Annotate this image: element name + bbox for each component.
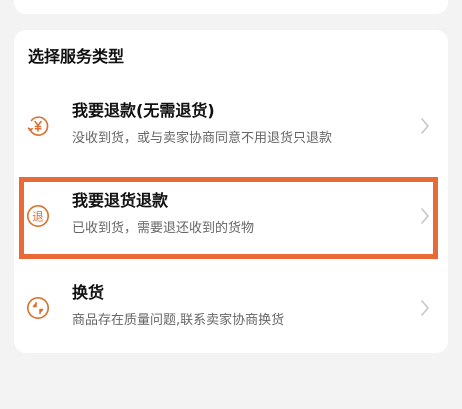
chevron-right-icon	[421, 208, 429, 224]
option-exchange[interactable]: 换货 商品存在质量问题,联系卖家协商换货	[14, 270, 448, 360]
yen-refund-icon	[27, 116, 49, 136]
option-title: 我要退货退款	[72, 191, 169, 210]
return-refund-icon: 退	[27, 205, 49, 227]
exchange-icon	[27, 297, 49, 319]
chevron-right-icon	[421, 118, 429, 134]
section-title: 选择服务类型	[28, 47, 125, 66]
option-description: 商品存在质量问题,联系卖家协商换货	[72, 313, 285, 328]
service-type-card: 选择服务类型 我要退款(无需退货) 没收到货，或与卖家协商同意不用退货只退款 退…	[14, 30, 448, 353]
return-icon-glyph: 退	[32, 209, 44, 223]
previous-card-edge	[14, 0, 448, 14]
option-description: 没收到货，或与卖家协商同意不用退货只退款	[72, 131, 333, 146]
option-description: 已收到货，需要退还收到的货物	[72, 221, 255, 236]
option-title: 换货	[72, 283, 105, 302]
chevron-right-icon	[421, 300, 429, 316]
option-return-refund[interactable]: 退 我要退货退款 已收到货，需要退还收到的货物	[14, 178, 448, 268]
option-title: 我要退款(无需退货)	[72, 101, 215, 120]
option-refund-only[interactable]: 我要退款(无需退货) 没收到货，或与卖家协商同意不用退货只退款	[14, 88, 448, 178]
